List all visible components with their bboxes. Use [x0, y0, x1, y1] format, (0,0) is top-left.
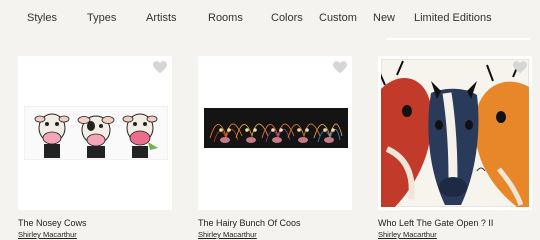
product-title[interactable]: Who Left The Gate Open ? II — [378, 218, 493, 228]
product-image — [24, 106, 168, 160]
nav-item-rooms[interactable]: Rooms — [208, 12, 243, 24]
heart-icon[interactable] — [513, 61, 527, 74]
nav-item-styles[interactable]: Styles — [27, 12, 57, 24]
heart-icon[interactable] — [333, 61, 347, 74]
product-artist-link[interactable]: Shirley Macarthur — [18, 230, 77, 239]
nav-item-new[interactable]: New — [373, 12, 395, 24]
product-artist-link[interactable]: Shirley Macarthur — [198, 230, 257, 239]
product-image-frame[interactable] — [378, 56, 532, 210]
nav-item-artists[interactable]: Artists — [146, 12, 177, 24]
product-title[interactable]: The Nosey Cows — [18, 218, 87, 228]
product-image — [381, 59, 529, 207]
category-nav: Styles Types Artists Rooms Colors Custom… — [0, 0, 540, 38]
product-card[interactable]: Who Left The Gate Open ? II Shirley Maca… — [378, 56, 532, 239]
heart-icon[interactable] — [153, 61, 167, 74]
product-title[interactable]: The Hairy Bunch Of Coos — [198, 218, 301, 228]
product-image — [204, 108, 348, 148]
nav-item-custom[interactable]: Custom — [319, 12, 357, 24]
product-card[interactable]: The Hairy Bunch Of Coos Shirley Macarthu… — [198, 56, 352, 239]
product-card[interactable]: The Nosey Cows Shirley Macarthur — [18, 56, 172, 239]
product-image-frame[interactable] — [198, 56, 352, 210]
product-image-frame[interactable] — [18, 56, 172, 210]
nav-item-limited-editions[interactable]: Limited Editions — [414, 12, 492, 24]
nav-item-types[interactable]: Types — [87, 12, 116, 24]
nav-item-colors[interactable]: Colors — [271, 12, 303, 24]
product-artist-link[interactable]: Shirley Macarthur — [378, 230, 437, 239]
nav-divider — [386, 38, 530, 40]
